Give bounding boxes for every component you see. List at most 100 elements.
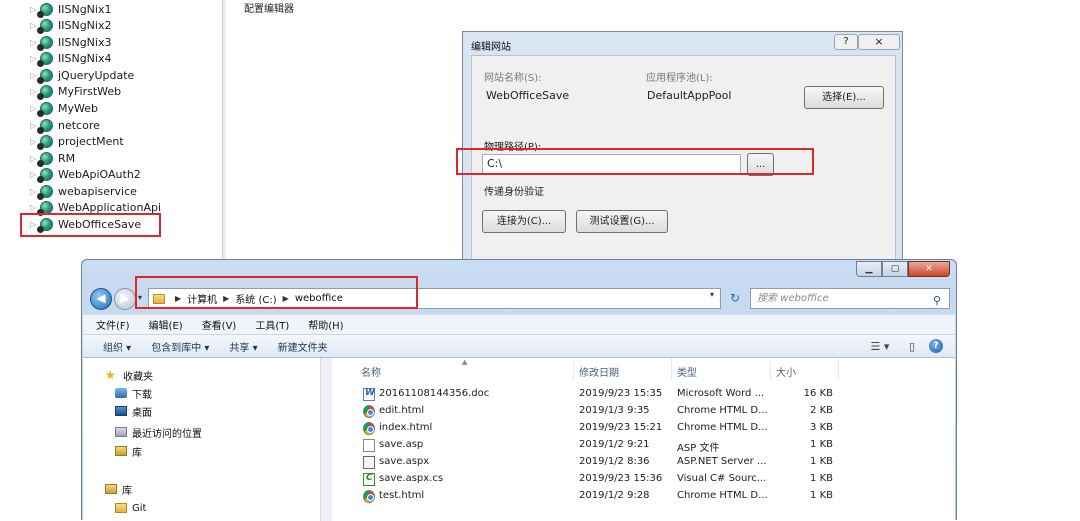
search-input[interactable]: 搜索 weboffice ⚲ bbox=[750, 288, 950, 309]
tree-item-site[interactable]: ▷ jQueryUpdate bbox=[30, 67, 134, 84]
forward-button[interactable]: ▶ bbox=[114, 288, 136, 310]
select-app-pool-button[interactable]: 选择(E)... bbox=[804, 86, 884, 109]
breadcrumb-computer[interactable]: 计算机 bbox=[187, 291, 217, 306]
breadcrumb-separator-icon[interactable]: ▶ bbox=[175, 294, 181, 303]
tree-item-label: IISNgNix2 bbox=[58, 18, 112, 32]
asp-file-icon bbox=[363, 439, 375, 452]
tree-item-label: RM bbox=[58, 151, 76, 165]
globe-icon bbox=[37, 101, 53, 117]
nav-git[interactable]: Git bbox=[115, 500, 146, 516]
tree-item-site[interactable]: ▷ webapiservice bbox=[30, 183, 137, 200]
file-size: 1 KB bbox=[810, 456, 833, 467]
tree-item-site-selected[interactable]: ▷ WebOfficeSave bbox=[30, 216, 141, 233]
refresh-icon[interactable]: ↻ bbox=[726, 289, 744, 308]
nav-downloads[interactable]: 下载 bbox=[115, 385, 152, 401]
breadcrumb-folder[interactable]: weboffice bbox=[295, 293, 343, 304]
app-pool-label: 应用程序池(L): bbox=[646, 73, 713, 84]
help-icon[interactable]: ? bbox=[929, 339, 943, 353]
breadcrumb-separator-icon[interactable]: ▶ bbox=[283, 294, 289, 303]
address-dropdown-icon[interactable]: ▾ bbox=[710, 290, 714, 299]
pass-through-auth-label: 传递身份验证 bbox=[484, 187, 544, 198]
column-divider[interactable] bbox=[671, 358, 672, 380]
column-divider[interactable] bbox=[573, 358, 574, 380]
tree-item-label: webapiservice bbox=[58, 184, 137, 198]
menu-edit[interactable]: 编辑(E) bbox=[136, 317, 189, 332]
menu-help[interactable]: 帮助(H) bbox=[295, 317, 349, 332]
table-row[interactable]: save.asp 2019/1/2 9:21 ASP 文件 1 KB bbox=[333, 437, 843, 454]
maximize-button[interactable]: ▢ bbox=[882, 261, 908, 277]
table-row[interactable]: edit.html 2019/1/3 9:35 Chrome HTML D...… bbox=[333, 403, 843, 420]
tree-item-site[interactable]: ▷ IISNgNix3 bbox=[30, 34, 111, 51]
command-bar: 组织 ▾ 包含到库中 ▾ 共享 ▾ 新建文件夹 ☰ ▾ ▯ ? bbox=[83, 334, 955, 358]
connect-as-button[interactable]: 连接为(C)... bbox=[482, 210, 566, 233]
close-window-button[interactable]: ✕ bbox=[908, 261, 950, 277]
nav-library-favorite[interactable]: 库 bbox=[115, 443, 142, 459]
menu-view[interactable]: 查看(V) bbox=[189, 317, 243, 332]
table-row[interactable]: test.html 2019/1/2 9:28 Chrome HTML D...… bbox=[333, 488, 843, 505]
table-row[interactable]: 20161108144356.doc 2019/9/23 15:35 Micro… bbox=[333, 386, 843, 403]
table-row[interactable]: index.html 2019/9/23 15:21 Chrome HTML D… bbox=[333, 420, 843, 437]
tree-item-site[interactable]: ▷ WebApplicationApi bbox=[30, 199, 161, 216]
nav-pane-scrollbar[interactable] bbox=[320, 358, 332, 521]
column-divider[interactable] bbox=[838, 358, 839, 380]
new-folder-button[interactable]: 新建文件夹 bbox=[268, 339, 338, 354]
address-bar[interactable]: ▶ 计算机 ▶ 系统 (C:) ▶ weboffice bbox=[148, 288, 721, 309]
physical-path-label: 物理路径(P): bbox=[484, 142, 542, 153]
globe-icon bbox=[37, 134, 53, 150]
site-name-field[interactable]: WebOfficeSave bbox=[482, 86, 635, 106]
preview-pane-icon[interactable]: ▯ bbox=[903, 340, 921, 353]
menu-file[interactable]: 文件(F) bbox=[83, 317, 136, 332]
column-type[interactable]: 类型 bbox=[677, 364, 697, 379]
close-button[interactable]: × bbox=[858, 34, 900, 50]
nav-recent-places[interactable]: 最近访问的位置 bbox=[115, 424, 202, 440]
physical-path-input[interactable]: C:\ bbox=[482, 154, 741, 174]
file-size: 1 KB bbox=[810, 490, 833, 501]
file-modified: 2019/9/23 15:21 bbox=[579, 422, 663, 433]
organize-button[interactable]: 组织 ▾ bbox=[83, 339, 141, 354]
column-modified[interactable]: 修改日期 bbox=[579, 364, 619, 379]
library-icon bbox=[115, 446, 127, 456]
test-settings-button[interactable]: 测试设置(G)... bbox=[576, 210, 668, 233]
column-name[interactable]: 名称 bbox=[361, 364, 381, 379]
nav-desktop[interactable]: 桌面 bbox=[115, 403, 152, 419]
search-icon[interactable]: ⚲ bbox=[933, 291, 945, 307]
view-options-icon[interactable]: ☰ ▾ bbox=[865, 340, 895, 353]
tree-item-site[interactable]: ▷ IISNgNix4 bbox=[30, 50, 111, 67]
sort-ascending-icon: ▲ bbox=[462, 358, 468, 366]
help-button[interactable]: ? bbox=[834, 34, 858, 50]
globe-icon bbox=[37, 217, 53, 233]
breadcrumb-separator-icon[interactable]: ▶ bbox=[223, 294, 229, 303]
file-name: edit.html bbox=[379, 405, 425, 416]
word-doc-icon bbox=[363, 388, 375, 401]
browse-button[interactable]: ... bbox=[747, 153, 774, 176]
tree-item-site[interactable]: ▷ WebApiOAuth2 bbox=[30, 166, 141, 183]
tree-item-site[interactable]: ▷ IISNgNix1 bbox=[30, 1, 111, 18]
nav-favorites[interactable]: ★ 收藏夹 bbox=[105, 367, 153, 383]
column-size[interactable]: 大小 bbox=[776, 364, 796, 379]
share-button[interactable]: 共享 ▾ bbox=[219, 339, 267, 354]
tree-item-site[interactable]: ▷ projectMent bbox=[30, 133, 124, 150]
include-in-library-button[interactable]: 包含到库中 ▾ bbox=[141, 339, 219, 354]
tree-item-site[interactable]: ▷ IISNgNix2 bbox=[30, 17, 112, 34]
table-row[interactable]: save.aspx 2019/1/2 8:36 ASP.NET Server .… bbox=[333, 454, 843, 471]
file-modified: 2019/1/2 9:28 bbox=[579, 490, 650, 501]
table-row[interactable]: save.aspx.cs 2019/9/23 15:36 Visual C# S… bbox=[333, 471, 843, 488]
column-divider[interactable] bbox=[770, 358, 771, 380]
tree-item-site[interactable]: ▷ netcore bbox=[30, 117, 100, 134]
tree-item-site[interactable]: ▷ MyWeb bbox=[30, 100, 98, 117]
explorer-body: ★ 收藏夹 下载 桌面 最近访问的位置 库 库 Git ▲ 名称 修改日期 类型 … bbox=[83, 358, 955, 521]
breadcrumb-drive[interactable]: 系统 (C:) bbox=[235, 291, 276, 306]
tree-item-site[interactable]: ▷ MyFirstWeb bbox=[30, 83, 121, 100]
nav-libraries[interactable]: 库 bbox=[105, 481, 132, 497]
file-type: Chrome HTML D... bbox=[677, 405, 768, 416]
minimize-button[interactable]: ▁ bbox=[856, 261, 882, 277]
libraries-icon bbox=[105, 484, 117, 494]
globe-icon bbox=[37, 84, 53, 100]
globe-icon bbox=[37, 35, 53, 51]
recent-pages-dropdown-icon[interactable]: ▾ bbox=[138, 293, 142, 302]
menu-tools[interactable]: 工具(T) bbox=[242, 317, 295, 332]
tree-item-site[interactable]: ▷ RM bbox=[30, 150, 76, 167]
app-pool-field[interactable]: DefaultAppPool bbox=[643, 86, 796, 106]
tree-item-label: netcore bbox=[58, 118, 100, 132]
back-button[interactable]: ◀ bbox=[90, 288, 112, 310]
